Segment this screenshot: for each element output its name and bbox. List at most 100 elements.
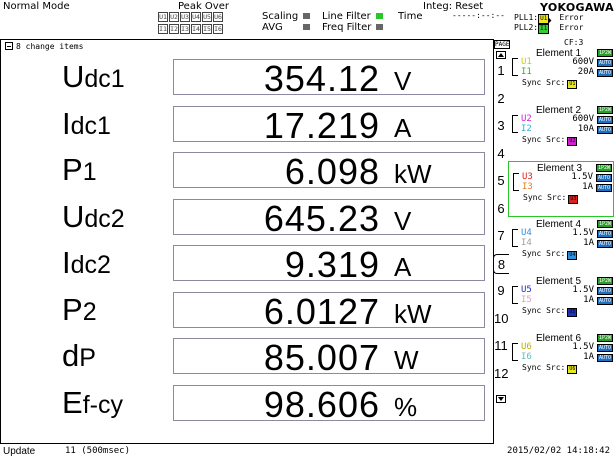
page-tab-9[interactable]: 9	[494, 281, 508, 301]
sync-source: Sync Src: U3	[523, 193, 579, 204]
measurement-row[interactable]: Idc2 9.319 A	[1, 240, 495, 287]
page-tab-3[interactable]: 3	[494, 116, 508, 136]
label-initial: P	[62, 291, 83, 327]
measurement-value: 9.319	[284, 244, 380, 285]
measurement-label: P1	[62, 154, 97, 187]
page-tab-7[interactable]: 7	[494, 226, 508, 246]
page-down-arrow-icon[interactable]	[496, 395, 506, 403]
pll2-status: PLL2: I1 Error	[514, 23, 583, 34]
element-bracket	[513, 173, 519, 191]
voltage-channel: U2	[521, 114, 532, 124]
page-tab-5[interactable]: 5	[494, 171, 508, 191]
current-auto-badge: AUTO	[596, 69, 613, 77]
measurement-label: Ef-cy	[62, 387, 123, 420]
page-tab-12[interactable]: 12	[494, 364, 508, 384]
peak-voltage-row: U1 U2 U3 U4 U5 U6	[158, 12, 223, 22]
avg-label: AVG	[262, 22, 283, 33]
current-channel: I1	[521, 67, 532, 77]
current-auto-badge: AUTO	[596, 354, 613, 362]
measurement-row[interactable]: P2 6.0127 kW	[1, 287, 495, 334]
panel-header-text: 8 change items	[16, 42, 84, 51]
current-range: 1A	[583, 238, 594, 248]
pll2-label: PLL2:	[514, 23, 539, 32]
voltage-range: 600V	[572, 57, 594, 67]
measurement-row[interactable]: Udc1 354.12 V	[1, 54, 495, 101]
peak-indicator: I3	[180, 24, 190, 34]
page-tab-4[interactable]: 4	[494, 144, 508, 164]
wiring-badge: 1P2W	[596, 277, 613, 285]
peak-over-indicators: U1 U2 U3 U4 U5 U6 I1 I2 I3 I4 I5 I6	[158, 12, 223, 36]
peak-indicator: U2	[169, 12, 179, 22]
measurement-row[interactable]: Ef-cy 98.606%	[1, 380, 495, 427]
voltage-channel: U5	[521, 285, 532, 295]
value-box: 17.219 A	[173, 105, 485, 144]
measurement-unit: kW	[394, 298, 432, 329]
element-panel[interactable]: Element 4 1P2W U4 I4 1.5V 1A AUTO AUTO Sync Src:…	[508, 218, 614, 274]
element-panel[interactable]: Element 1 1P2W U1 I1 600V 20A AUTO AUTO Sync Src…	[508, 47, 614, 103]
element-panel[interactable]: Element 6 1P2W U6 I6 1.5V 1A AUTO AUTO Sync Src:…	[508, 332, 614, 388]
element-panel[interactable]: Element 2 1P2W U2 I2 600V 10A AUTO AUTO Sync Src…	[508, 104, 614, 160]
time-label: Time	[398, 11, 423, 22]
measurement-unit: V	[394, 205, 412, 236]
avg-lamp	[302, 24, 310, 30]
sync-label: Sync Src:	[522, 249, 566, 258]
voltage-auto-badge: AUTO	[596, 287, 613, 295]
sync-label: Sync Src:	[523, 193, 567, 202]
measurement-row[interactable]: dP 85.007 W	[1, 333, 495, 380]
sync-label: Sync Src:	[522, 306, 566, 315]
current-auto-badge: AUTO	[596, 240, 613, 248]
peak-indicator: I6	[213, 24, 223, 34]
label-initial: d	[62, 338, 80, 373]
measurement-label: Idc2	[62, 245, 111, 280]
element-panel[interactable]: Element 5 1P2W U5 I5 1.5V 1A AUTO AUTO Sync Src:…	[508, 275, 614, 331]
freq-filter-lamp	[376, 24, 384, 30]
peak-indicator: U4	[191, 12, 201, 22]
value-box: 354.12 V	[173, 59, 485, 98]
current-range: 1A	[582, 182, 593, 192]
peak-over-label: Peak Over	[178, 1, 229, 12]
element-panel[interactable]: Element 3 1P2W U3 I3 1.5V 1A AUTO AUTO Sync Src:…	[508, 161, 614, 217]
label-suffix: dc2	[70, 251, 111, 279]
page-up-arrow-icon[interactable]	[496, 51, 506, 59]
avg-indicator: AVG	[262, 22, 310, 33]
scaling-lamp	[303, 13, 311, 19]
wiring-badge: 1P2W	[596, 49, 613, 57]
measurement-value: 645.23	[263, 197, 380, 239]
voltage-auto-badge: AUTO	[596, 230, 613, 238]
page-tab-6[interactable]: 6	[494, 199, 508, 219]
measurement-row[interactable]: Udc2 645.23 V	[1, 194, 495, 241]
peak-indicator: U3	[180, 12, 190, 22]
label-suffix: f-cy	[82, 390, 123, 419]
element-bracket	[512, 286, 518, 304]
page-tab-8[interactable]: 8	[493, 253, 509, 274]
page-tab-1[interactable]: 1	[494, 61, 508, 81]
update-label: Update	[3, 446, 36, 457]
peak-indicator: I2	[169, 24, 179, 34]
measurement-unit: kW	[394, 159, 432, 189]
measurement-unit: A	[394, 112, 412, 143]
measurement-row[interactable]: P1 6.098 kW	[1, 147, 495, 194]
measurement-unit: %	[394, 391, 418, 422]
page-tab-2[interactable]: 2	[494, 89, 508, 109]
freq-filter-indicator: Freq Filter	[322, 22, 384, 33]
measurement-label: P2	[62, 291, 97, 327]
element-bracket	[512, 343, 518, 361]
label-initial: I	[62, 245, 71, 280]
voltage-range: 600V	[572, 114, 594, 124]
measurement-label: Idc1	[62, 108, 111, 141]
sync-label: Sync Src:	[522, 135, 566, 144]
label-initial: U	[62, 59, 85, 94]
measurement-unit: V	[394, 66, 412, 96]
voltage-channel: U1	[521, 57, 532, 67]
peak-indicator: I1	[158, 24, 168, 34]
measurement-row[interactable]: Idc1 17.219 A	[1, 101, 495, 148]
line-filter-lamp	[375, 13, 383, 19]
current-range: 10A	[577, 124, 594, 134]
page-tab-11[interactable]: 11	[494, 336, 508, 356]
voltage-auto-badge: AUTO	[596, 344, 613, 352]
element-sidebar: Element 1 1P2W U1 I1 600V 20A AUTO AUTO Sync Src…	[508, 47, 614, 443]
status-bar: Normal Mode Peak Over U1 U2 U3 U4 U5 U6 I1 I2 I…	[0, 0, 614, 40]
measurement-value: 6.098	[284, 151, 380, 192]
page-tab-10[interactable]: 10	[494, 309, 508, 329]
voltage-auto-badge: AUTO	[596, 59, 613, 67]
